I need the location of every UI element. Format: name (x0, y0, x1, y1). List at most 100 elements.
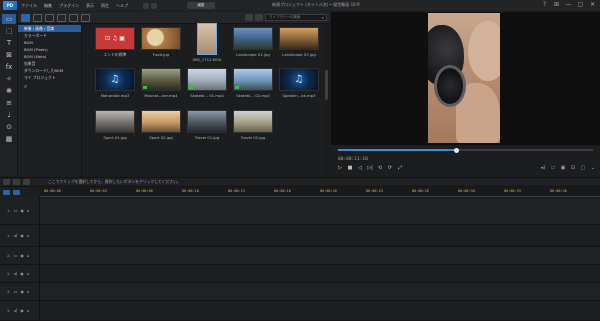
lock-icon[interactable]: ⌂ (27, 308, 30, 313)
visibility-icon[interactable]: ◉ (20, 208, 24, 213)
lock-icon[interactable]: ⌂ (27, 271, 30, 276)
media-item[interactable]: Landscape 01.jpg (233, 27, 273, 57)
maximize-icon[interactable]: ▢ (576, 1, 585, 9)
stop-icon[interactable]: ■ (346, 165, 354, 172)
media-item[interactable]: Skatebl... 02.mp4 (233, 68, 273, 98)
media-thumbnail[interactable] (187, 110, 227, 133)
media-item[interactable]: ♫ Speakin...ak.mp3 (279, 68, 319, 98)
track-body[interactable] (40, 225, 600, 246)
tree-item-my-project[interactable]: マイ プロジェクト (18, 74, 81, 81)
media-item[interactable]: IMG_1712.MOV (187, 23, 227, 62)
close-icon[interactable]: ✕ (588, 1, 597, 9)
media-item[interactable]: Sport 02.jpg (141, 110, 181, 140)
media-item[interactable]: Mounta...ker.mp4 (141, 68, 181, 98)
media-thumbnail[interactable] (279, 27, 319, 50)
video-filter-icon[interactable] (33, 13, 42, 22)
media-item[interactable]: Skatebl... 01.mp4 (187, 68, 227, 98)
audio-filter-icon[interactable] (57, 13, 66, 22)
media-room-icon[interactable]: ▭ (2, 14, 16, 24)
library-search[interactable]: ライブラリーの検索 ⌕ (265, 14, 327, 21)
rewind-icon[interactable]: ⟲ (376, 165, 384, 172)
playback-scrubber[interactable] (338, 147, 593, 153)
timeline-ruler[interactable]: 00:00:00 00:00:03 00:00:06 00:00:10 00:0… (40, 188, 600, 197)
particle-icon[interactable]: ❋ (2, 86, 16, 96)
lock-icon[interactable]: ⌂ (27, 289, 30, 294)
minimize-icon[interactable]: — (564, 1, 573, 9)
import-media-icon[interactable] (69, 13, 78, 22)
media-item[interactable]: Sport 01.jpg (95, 110, 135, 140)
voiceover-icon[interactable]: ♩ (2, 110, 16, 120)
track-body[interactable] (40, 283, 600, 300)
next-frame-icon[interactable]: ▷| (366, 165, 374, 172)
title-icon[interactable]: T (2, 38, 16, 48)
import-media-tile[interactable]: ⊡ ♫ ▣ (95, 27, 135, 50)
media-item[interactable]: Food.jpg (141, 27, 181, 57)
media-thumbnail[interactable] (141, 27, 181, 50)
preview-quality-icon[interactable]: ⊡ (569, 165, 577, 172)
media-filter-icon[interactable] (21, 13, 30, 22)
media-thumbnail[interactable] (197, 23, 217, 55)
import-icon[interactable]: ⬚ (2, 26, 16, 36)
menu-help[interactable]: ヘルプ (116, 3, 128, 9)
transition-icon[interactable]: ⊠ (2, 50, 16, 60)
tree-item-bgm[interactable]: BGM (18, 39, 81, 46)
visibility-icon[interactable]: ◉ (20, 289, 24, 294)
trim-icon[interactable] (23, 179, 30, 185)
track-body[interactable] (40, 197, 600, 224)
undo-icon[interactable] (143, 2, 149, 9)
pip-icon[interactable]: ✧ (2, 74, 16, 84)
track-body[interactable] (40, 247, 600, 264)
tree-item-downloaded-bgm[interactable]: ダウンロードしたBGM (18, 67, 81, 74)
tree-item-sfx[interactable]: 効果音 (18, 60, 81, 67)
media-thumbnail[interactable] (141, 68, 181, 91)
visibility-icon[interactable]: ◉ (20, 233, 24, 238)
menu-playback[interactable]: 再生 (101, 3, 109, 9)
image-filter-icon[interactable] (45, 13, 54, 22)
timeline-mode-icon[interactable] (3, 190, 10, 195)
play-icon[interactable]: ▷ (336, 165, 344, 172)
search-tag-icon[interactable]: ⌕ (24, 83, 27, 91)
tree-item-bgm-meta[interactable]: BGM (Meta) (18, 53, 81, 60)
media-item[interactable]: ♫ Mahoroba.mp3 (95, 68, 135, 98)
track-body[interactable] (40, 301, 600, 320)
media-item[interactable]: Travel 02.jpg (233, 110, 273, 140)
volume-icon[interactable]: ◂) (539, 165, 547, 172)
media-item[interactable]: ⊡ ♫ ▣ エンドの標準 (95, 27, 135, 58)
redo-icon[interactable] (151, 2, 157, 9)
media-thumbnail[interactable] (95, 110, 135, 133)
audio-mix-icon[interactable]: ≡ (2, 98, 16, 108)
split-icon[interactable] (13, 179, 20, 185)
visibility-icon[interactable]: ◉ (20, 308, 24, 313)
menu-edit[interactable]: 編集 (44, 3, 52, 9)
prev-frame-icon[interactable]: ◁ (356, 165, 364, 172)
media-thumbnail[interactable] (141, 110, 181, 133)
menu-file[interactable]: ファイル (21, 3, 37, 9)
effects-icon[interactable]: fx (2, 62, 16, 72)
mode-button[interactable]: 編集 (187, 2, 215, 9)
music-note-icon[interactable]: ♫ (279, 68, 319, 91)
media-item[interactable]: Travel 01.jpg (187, 110, 227, 140)
library-scrollbar[interactable] (325, 25, 329, 177)
media-thumbnail[interactable] (187, 68, 227, 91)
layout-icon[interactable]: ⊞ (552, 1, 561, 9)
more-options-icon[interactable]: ⌄ (589, 165, 597, 172)
music-note-icon[interactable]: ♫ (95, 68, 135, 91)
media-item[interactable]: Landscape 02.jpg (279, 27, 319, 57)
display-icon[interactable]: ▭ (549, 165, 557, 172)
visibility-icon[interactable]: ◉ (20, 271, 24, 276)
media-thumbnail[interactable] (233, 68, 273, 91)
plugin-icon[interactable] (81, 13, 90, 22)
menu-view[interactable]: 表示 (86, 3, 94, 9)
lock-icon[interactable]: ⌂ (27, 208, 30, 213)
fullscreen-icon[interactable]: ⤢ (396, 165, 404, 172)
track-manager-icon[interactable] (3, 179, 10, 185)
tree-item-colorboard[interactable]: カラーボード (18, 32, 81, 39)
grid-view-icon[interactable] (245, 14, 253, 21)
snapshot-icon[interactable]: ▣ (559, 165, 567, 172)
list-view-icon[interactable] (255, 14, 263, 21)
tree-item-bgm-pixels[interactable]: BGM (Pixels) (18, 46, 81, 53)
scrubber-knob[interactable] (454, 147, 459, 153)
visibility-icon[interactable]: ◉ (20, 253, 24, 258)
search-icon[interactable]: ⌕ (322, 15, 324, 20)
scrollbar-thumb[interactable] (325, 70, 328, 100)
